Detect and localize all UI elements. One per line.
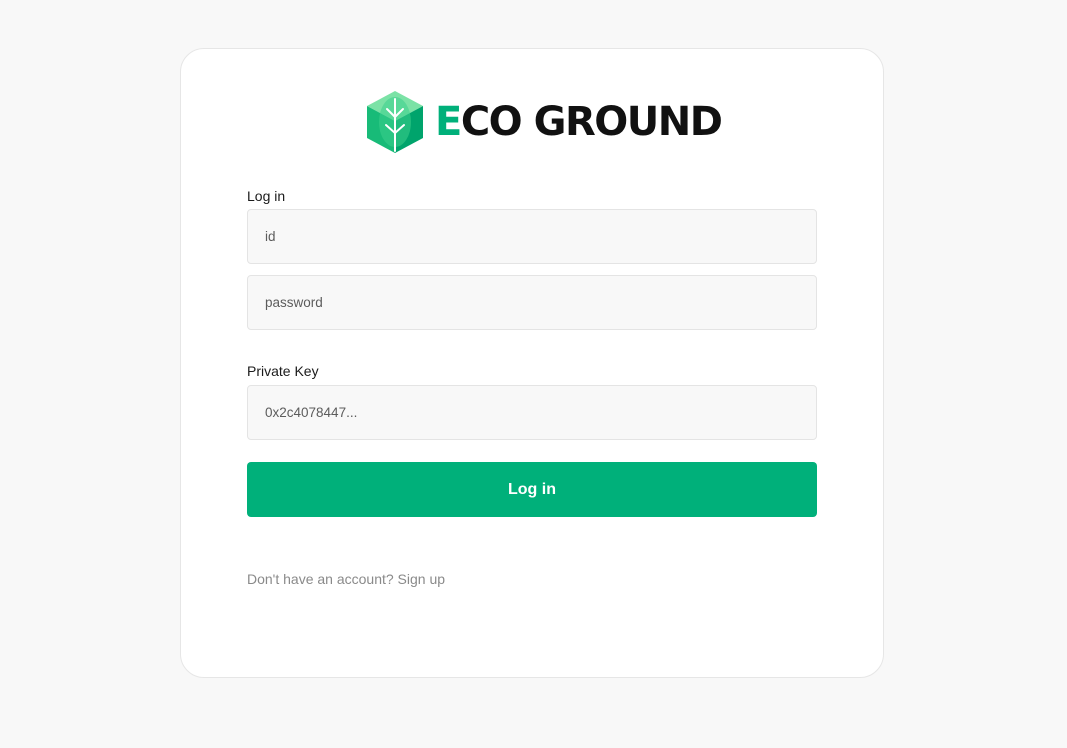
login-card: ECO GROUND Log in Private Key Log in Don…: [180, 48, 884, 678]
brand-name: ECO GROUND: [435, 89, 723, 155]
brand-name-rest: CO GROUND: [460, 99, 723, 145]
brand-name-accent: E: [435, 99, 462, 145]
private-key-input[interactable]: [247, 385, 817, 440]
brand-logo: ECO GROUND: [365, 89, 723, 155]
private-key-label: Private Key: [247, 363, 319, 379]
login-button[interactable]: Log in: [247, 462, 817, 517]
password-input[interactable]: [247, 275, 817, 330]
login-section-label: Log in: [247, 188, 286, 204]
eco-cube-leaf-icon: [367, 91, 423, 153]
id-input[interactable]: [247, 209, 817, 264]
signup-link[interactable]: Don't have an account? Sign up: [247, 571, 445, 587]
